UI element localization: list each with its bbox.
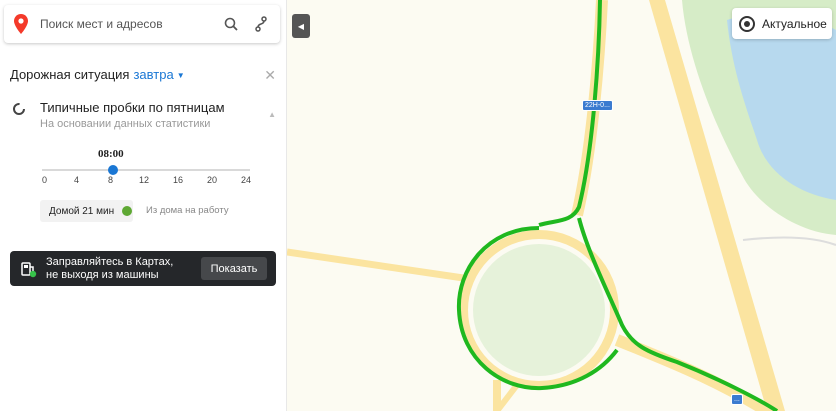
tick-label: 20 [207, 175, 218, 185]
promo-line-1: Заправляйтесь в Картах, [46, 256, 174, 268]
route-home-button[interactable]: Домой 21 мин [40, 200, 133, 222]
traffic-level-icon [122, 206, 133, 216]
collapse-panel-button[interactable]: ◀ [292, 14, 310, 38]
search-icon [224, 17, 238, 31]
sidebar: Дорожная ситуация завтра ▼ ✕ Типичные пр… [0, 0, 287, 411]
promo-line-2: не выходя из машины [46, 269, 159, 281]
fuel-pump-icon [21, 262, 37, 278]
layer-actual-label: Актуальное [762, 16, 827, 31]
map-pin-icon [14, 14, 28, 34]
traffic-title: Дорожная ситуация [10, 67, 130, 82]
target-icon [739, 15, 755, 32]
road-shield: ... [731, 394, 743, 405]
chevron-left-icon: ◀ [297, 21, 305, 31]
tick-label: 24 [241, 175, 252, 185]
promo-banner: Заправляйтесь в Картах, не выходя из маш… [10, 251, 276, 286]
route-icon [255, 16, 267, 32]
route-work-link[interactable]: Из дома на работу [146, 205, 229, 216]
tick-label: 4 [74, 175, 80, 185]
slider-knob[interactable] [108, 165, 118, 175]
promo-text: Заправляйтесь в Картах, не выходя из маш… [46, 256, 173, 282]
chevron-down-icon[interactable]: ▼ [177, 71, 185, 80]
loading-circle-icon [13, 103, 25, 115]
promo-show-button[interactable]: Показать [201, 257, 267, 280]
slider-time-label: 08:00 [98, 148, 124, 160]
map-canvas[interactable]: ◀ 22Н-0... ... Актуальное [287, 0, 836, 411]
tick-label: 0 [42, 175, 48, 185]
app: Дорожная ситуация завтра ▼ ✕ Типичные пр… [0, 0, 836, 411]
tick-label: 8 [108, 175, 114, 185]
traffic-header: Дорожная ситуация завтра ▼ ✕ [10, 67, 276, 84]
tick-label: 12 [139, 175, 150, 185]
routes: Домой 21 мин Из дома на работу [40, 200, 280, 222]
slider-track[interactable] [42, 169, 250, 171]
tick-label: 16 [173, 175, 184, 185]
search-bar[interactable] [4, 5, 280, 43]
road-shield: 22Н-0... [582, 100, 613, 111]
route-home-label: Домой 21 мин [49, 205, 115, 217]
route-button[interactable] [246, 9, 276, 39]
traffic-mode-subtitle: На основании данных статистики [40, 118, 211, 130]
chevron-up-icon[interactable]: ▲ [268, 110, 276, 119]
time-slider[interactable]: 08:00 0 4 8 12 16 20 24 [42, 146, 252, 190]
traffic-mode-title: Типичные пробки по пятницам [40, 100, 225, 115]
slider-ticks: 0 4 8 12 16 20 24 [42, 175, 252, 187]
search-input[interactable] [40, 17, 216, 31]
search-button[interactable] [216, 9, 246, 39]
day-selector[interactable]: завтра [133, 67, 173, 82]
close-icon[interactable]: ✕ [264, 67, 276, 84]
map-terrain [287, 0, 836, 411]
layer-actual-button[interactable]: Актуальное [732, 8, 832, 39]
